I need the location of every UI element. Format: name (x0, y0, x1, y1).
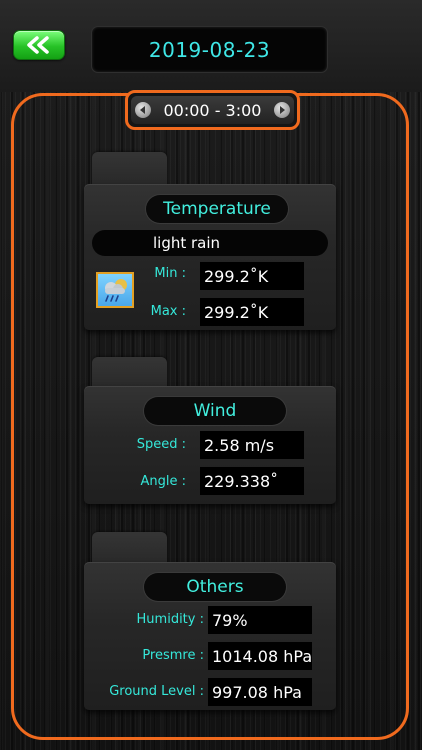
temperature-title: Temperature (146, 195, 288, 223)
ground-level-value: 997.08 hPa (208, 678, 312, 706)
rain-cloud-icon (96, 272, 134, 308)
humidity-value: 79% (208, 606, 312, 634)
date-display: 2019-08-23 (92, 27, 327, 72)
pressure-value: 1014.08 hPa (208, 642, 312, 670)
weather-description-text: light rain (153, 234, 221, 252)
angle-value: 229.338˚ (200, 467, 304, 495)
humidity-label: Humidity : (136, 612, 204, 627)
triangle-right-icon (279, 106, 285, 114)
max-value: 299.2˚K (200, 298, 304, 326)
others-title: Others (144, 573, 286, 601)
min-label: Min : (154, 266, 186, 281)
weather-description: light rain (92, 230, 328, 256)
pressure-label: Presmre : (142, 648, 204, 663)
wind-title: Wind (144, 397, 286, 425)
prev-time-button[interactable] (135, 102, 151, 118)
time-range: 00:00 - 3:00 (163, 100, 262, 120)
max-label: Max : (150, 304, 186, 319)
min-value: 299.2˚K (200, 262, 304, 290)
double-chevron-left-icon (27, 36, 49, 54)
next-time-button[interactable] (273, 102, 290, 118)
speed-value: 2.58 m/s (200, 431, 304, 459)
back-button[interactable] (13, 30, 65, 60)
triangle-left-icon (140, 106, 145, 114)
time-selector: 00:00 - 3:00 (125, 90, 300, 130)
angle-label: Angle : (140, 474, 186, 489)
top-bar: 2019-08-23 (0, 0, 422, 92)
ground-level-label: Ground Level : (109, 684, 204, 699)
speed-label: Speed : (136, 437, 186, 452)
